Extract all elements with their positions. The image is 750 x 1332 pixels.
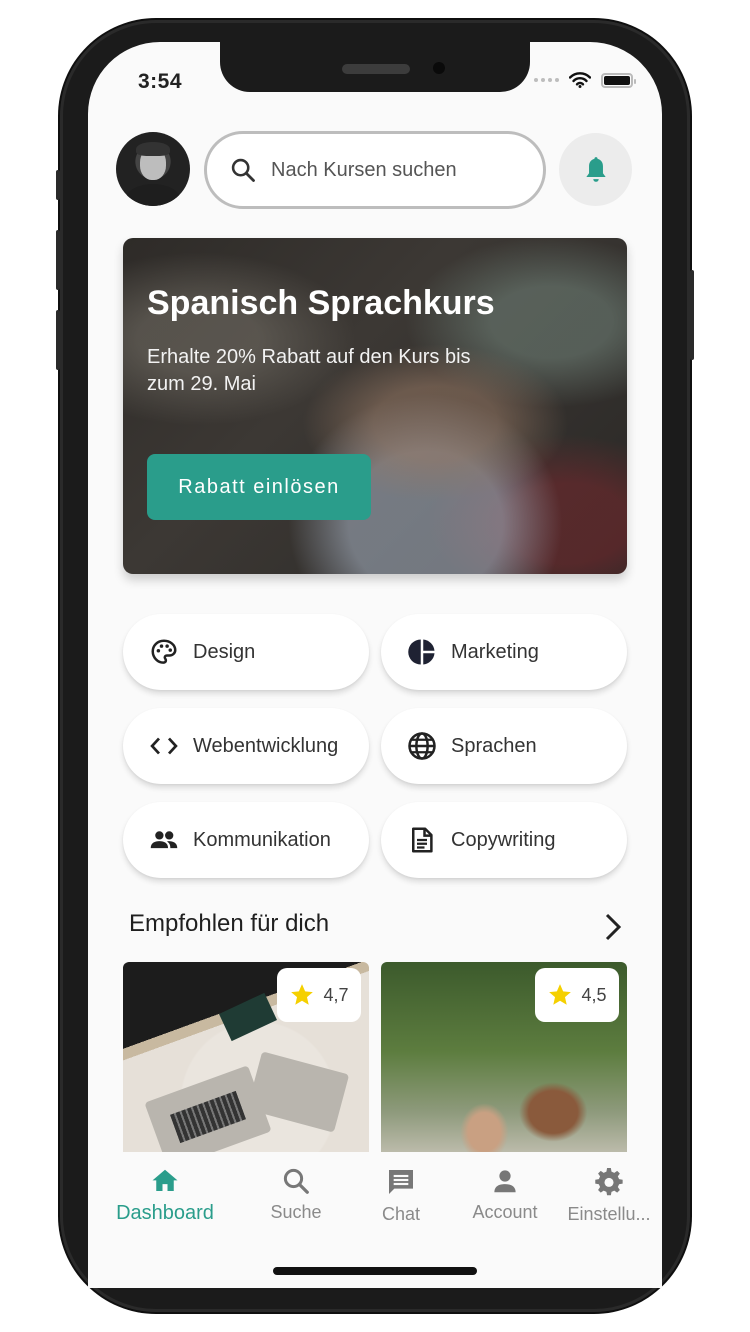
nav-item-chat[interactable]: Chat: [346, 1166, 456, 1225]
chevron-right-icon: [605, 913, 622, 941]
code-icon: [149, 731, 179, 761]
home-indicator[interactable]: [273, 1267, 477, 1275]
promo-subtitle: Erhalte 20% Rabatt auf den Kurs bis zum …: [147, 346, 471, 395]
pie-chart-icon: [407, 637, 437, 667]
category-copywriting[interactable]: Copywriting: [381, 802, 627, 878]
category-sprachen[interactable]: Sprachen: [381, 708, 627, 784]
volume-down-button: [56, 310, 60, 370]
notifications-button[interactable]: [559, 133, 632, 206]
volume-up-button: [56, 230, 60, 290]
category-label: Kommunikation: [193, 828, 331, 851]
bell-icon: [585, 156, 606, 182]
category-label: Webentwicklung: [193, 734, 339, 757]
rating-badge: 4,7: [277, 968, 361, 1022]
category-label: Sprachen: [451, 734, 537, 757]
rating-value: 4,5: [581, 984, 607, 1005]
rating-badge: 4,5: [535, 968, 619, 1022]
promo-title: Spanisch Sprachkurs: [147, 284, 495, 322]
course-card[interactable]: 4,5: [381, 962, 627, 1162]
people-icon: [149, 825, 179, 855]
document-icon: [407, 825, 437, 855]
wifi-icon: [569, 72, 591, 88]
see-all-button[interactable]: [598, 910, 628, 944]
nav-label: Account: [472, 1202, 538, 1222]
category-label: Design: [193, 640, 256, 663]
category-design[interactable]: Design: [123, 614, 369, 690]
nav-label: Einstellu...: [567, 1204, 651, 1224]
palette-icon: [149, 637, 179, 667]
promo-banner[interactable]: Spanisch Sprachkurs Erhalte 20% Rabatt a…: [123, 238, 627, 574]
nav-item-einstellungen[interactable]: Einstellu...: [554, 1166, 664, 1225]
search-icon: [231, 158, 255, 182]
star-icon: [549, 984, 572, 1005]
nav-label: Dashboard: [116, 1202, 214, 1224]
home-icon: [152, 1169, 178, 1191]
rating-value: 4,7: [323, 984, 349, 1005]
section-title-recommended: Empfohlen für dich: [129, 910, 330, 937]
search-input[interactable]: Nach Kursen suchen: [204, 131, 546, 209]
front-camera: [433, 62, 445, 74]
search-icon: [283, 1168, 309, 1194]
category-label: Copywriting: [451, 828, 556, 851]
nav-item-dashboard[interactable]: Dashboard: [110, 1166, 220, 1225]
status-icons: [534, 72, 636, 88]
nav-item-account[interactable]: Account: [450, 1166, 560, 1223]
category-grid: Design Marketing Webentwicklung Sprachen…: [123, 614, 627, 878]
power-button: [690, 270, 694, 360]
category-marketing[interactable]: Marketing: [381, 614, 627, 690]
speaker: [342, 64, 410, 74]
category-label: Marketing: [451, 640, 539, 663]
status-time: 3:54: [138, 70, 183, 93]
chat-icon: [389, 1170, 413, 1194]
category-webentwicklung[interactable]: Webentwicklung: [123, 708, 369, 784]
search-placeholder: Nach Kursen suchen: [271, 158, 457, 181]
mute-switch: [56, 170, 60, 200]
globe-icon: [407, 731, 437, 761]
category-kommunikation[interactable]: Kommunikation: [123, 802, 369, 878]
person-icon: [494, 1170, 516, 1193]
avatar[interactable]: [116, 132, 190, 206]
battery-icon: [601, 72, 636, 88]
nav-label: Chat: [381, 1204, 421, 1224]
star-icon: [291, 984, 314, 1005]
redeem-discount-button[interactable]: Rabatt einlösen: [147, 454, 371, 520]
cellular-signal-icon: [534, 78, 559, 82]
course-card[interactable]: 4,7: [123, 962, 369, 1162]
nav-label: Suche: [270, 1202, 322, 1222]
gear-icon: [595, 1168, 623, 1196]
nav-item-suche[interactable]: Suche: [241, 1166, 351, 1223]
